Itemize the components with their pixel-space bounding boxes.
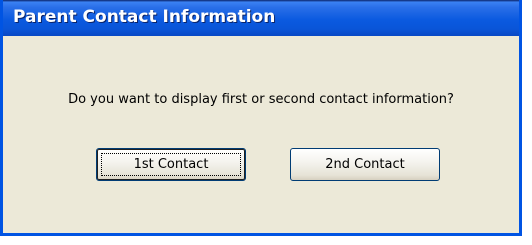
title-bar[interactable]: Parent Contact Information <box>3 0 519 36</box>
dialog-title: Parent Contact Information <box>13 7 276 27</box>
first-contact-button[interactable]: 1st Contact <box>96 148 246 181</box>
second-contact-button-label: 2nd Contact <box>325 157 405 172</box>
second-contact-button[interactable]: 2nd Contact <box>290 148 440 181</box>
first-contact-button-label: 1st Contact <box>133 157 209 172</box>
dialog-window: Parent Contact Information Do you want t… <box>0 0 522 236</box>
dialog-message: Do you want to display first or second c… <box>68 92 454 107</box>
